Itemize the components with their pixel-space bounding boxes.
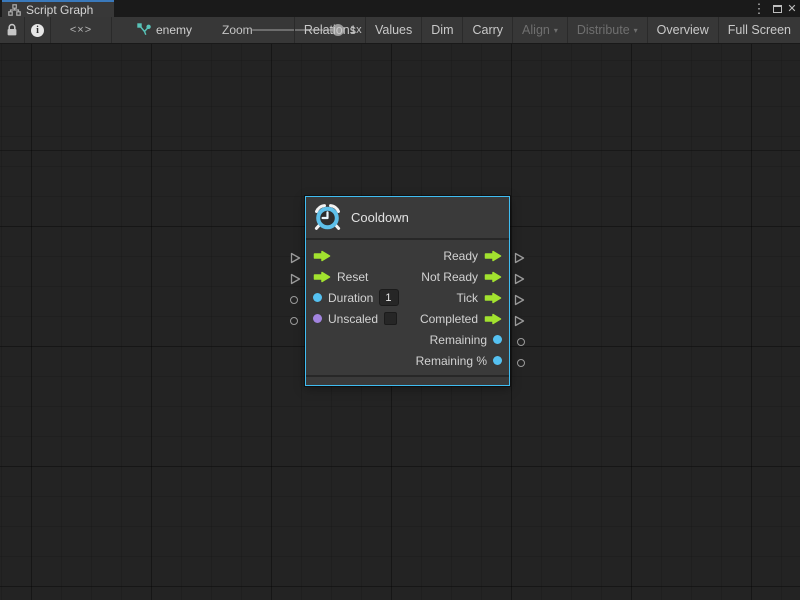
duration-value-port[interactable] [313, 293, 322, 302]
values-button[interactable]: Values [365, 17, 421, 43]
angle-brackets-button[interactable]: <×> [51, 17, 111, 43]
node-body: Ready Reset Not Ready [306, 240, 509, 375]
node-footer [306, 375, 509, 385]
relations-button[interactable]: Relations [294, 17, 365, 43]
unscaled-checkbox[interactable] [384, 312, 397, 325]
port-row: Remaining [306, 329, 509, 350]
graph-canvas[interactable]: Cooldown Ready [0, 44, 800, 600]
duration-input[interactable] [379, 289, 399, 306]
window-close-button[interactable]: ✕ [784, 0, 800, 17]
reset-connector[interactable] [290, 273, 301, 285]
remaining-value-port[interactable] [493, 335, 502, 344]
graph-toolbar: i <×> enemy Zoom 1x Relations Values Dim… [0, 17, 800, 44]
kebab-icon: ⋮ [753, 1, 766, 17]
port-label-reset: Reset [337, 270, 368, 284]
port-label-ready: Ready [443, 249, 478, 263]
unscaled-connector[interactable] [290, 317, 298, 325]
port-label-not-ready: Not Ready [421, 270, 478, 284]
port-row: Remaining % [306, 350, 509, 371]
port-label-tick: Tick [456, 291, 478, 305]
reset-flow-port[interactable] [313, 271, 331, 283]
breadcrumb-label: enemy [156, 23, 192, 37]
flow-arrow-icon [313, 250, 331, 262]
lock-icon [6, 23, 18, 37]
full-screen-button[interactable]: Full Screen [718, 17, 800, 43]
tab-label: Script Graph [26, 3, 93, 17]
flow-input-connector[interactable] [290, 252, 301, 264]
port-label-remaining-pct: Remaining % [416, 354, 487, 368]
remaining-pct-connector[interactable] [517, 359, 525, 367]
unscaled-value-port[interactable] [313, 314, 322, 323]
completed-connector[interactable] [514, 315, 525, 327]
node-title: Cooldown [351, 210, 409, 225]
overview-button[interactable]: Overview [647, 17, 718, 43]
not-ready-flow-port[interactable] [484, 271, 502, 283]
not-ready-connector[interactable] [514, 273, 525, 285]
chevron-down-icon: ▾ [554, 26, 558, 35]
duration-connector[interactable] [290, 296, 298, 304]
breadcrumb-enemy[interactable]: enemy [137, 17, 192, 43]
remaining-connector[interactable] [517, 338, 525, 346]
zoom-label: Zoom [222, 17, 253, 43]
alarm-clock-icon [313, 203, 342, 232]
port-row: Reset Not Ready [306, 266, 509, 287]
port-label-completed: Completed [420, 312, 478, 326]
maximize-icon [773, 5, 782, 13]
port-row: Ready [306, 245, 509, 266]
ready-flow-port[interactable] [484, 250, 502, 262]
window-menu-button[interactable]: ⋮ [752, 0, 766, 17]
tab-bar: Script Graph ⋮ ✕ [0, 0, 800, 17]
lock-button[interactable] [0, 17, 24, 43]
port-label-duration: Duration [328, 291, 373, 305]
info-icon: i [31, 24, 44, 37]
toolbar-button-group: Relations Values Dim Carry Align ▾ Distr… [294, 17, 800, 43]
dim-button[interactable]: Dim [421, 17, 462, 43]
cooldown-node-header[interactable]: Cooldown [306, 197, 509, 240]
info-button[interactable]: i [25, 17, 50, 43]
port-label-unscaled: Unscaled [328, 312, 378, 326]
flow-input-port[interactable] [313, 250, 331, 262]
distribute-dropdown[interactable]: Distribute ▾ [567, 17, 647, 43]
cooldown-node[interactable]: Cooldown Ready [305, 196, 510, 386]
graph-reference-icon [137, 23, 151, 37]
port-row: Duration Tick [306, 287, 509, 308]
close-icon: ✕ [787, 2, 796, 15]
port-label-remaining: Remaining [430, 333, 487, 347]
script-graph-icon [8, 4, 21, 16]
remaining-pct-value-port[interactable] [493, 356, 502, 365]
align-dropdown[interactable]: Align ▾ [512, 17, 567, 43]
tab-script-graph[interactable]: Script Graph [2, 0, 114, 17]
chevron-down-icon: ▾ [634, 26, 638, 35]
completed-flow-port[interactable] [484, 313, 502, 325]
toolbar-separator [111, 17, 112, 43]
angle-brackets-icon: <×> [70, 24, 92, 36]
port-row: Unscaled Completed [306, 308, 509, 329]
tick-flow-port[interactable] [484, 292, 502, 304]
window-maximize-button[interactable] [770, 0, 784, 17]
ready-connector[interactable] [514, 252, 525, 264]
carry-button[interactable]: Carry [462, 17, 512, 43]
tick-connector[interactable] [514, 294, 525, 306]
